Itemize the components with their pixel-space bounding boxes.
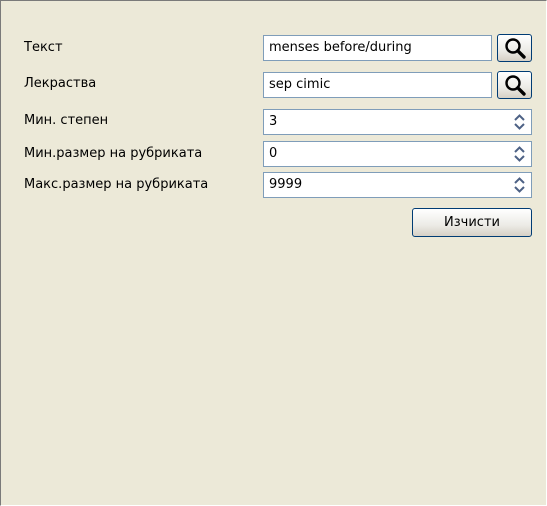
- spinner-arrows-icon[interactable]: [511, 113, 528, 131]
- clear-button[interactable]: Изчисти: [412, 208, 532, 237]
- text-label: Текст: [24, 40, 63, 55]
- min-rubric-size-label: Мин.размер на рубриката: [24, 146, 203, 161]
- min-degree-spinner[interactable]: 3: [263, 109, 532, 135]
- text-search-button[interactable]: [497, 34, 532, 62]
- min-rubric-size-value: 0: [269, 146, 278, 161]
- max-rubric-size-label: Макс.размер на рубриката: [24, 177, 209, 192]
- magnifier-icon: [504, 75, 526, 96]
- min-degree-value: 3: [269, 114, 278, 129]
- max-rubric-size-value: 9999: [269, 177, 303, 192]
- spinner-arrows-icon[interactable]: [511, 145, 528, 163]
- max-rubric-size-spinner[interactable]: 9999: [263, 172, 532, 198]
- remedies-label: Лекраства: [24, 76, 97, 91]
- min-degree-label: Мин. степен: [24, 113, 109, 128]
- search-panel: Текст menses before/during Лекраства sep…: [0, 0, 547, 506]
- text-input[interactable]: menses before/during: [263, 35, 492, 61]
- spinner-arrows-icon[interactable]: [511, 176, 528, 194]
- magnifier-icon: [504, 38, 526, 59]
- min-rubric-size-spinner[interactable]: 0: [263, 141, 532, 167]
- remedies-input[interactable]: sep cimic: [263, 72, 492, 98]
- remedies-search-button[interactable]: [497, 71, 532, 99]
